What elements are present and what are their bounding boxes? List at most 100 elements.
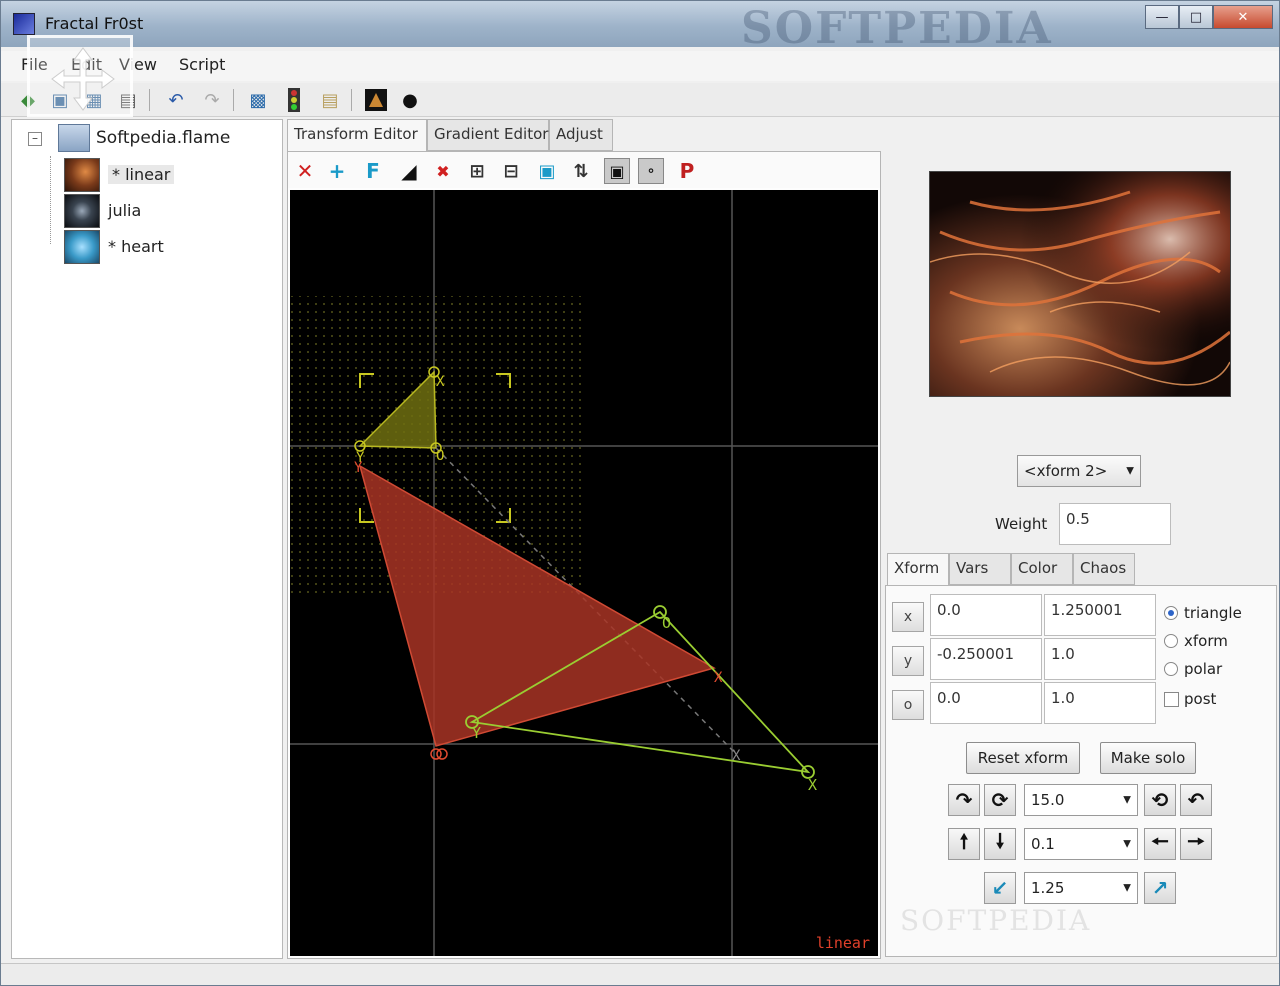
tab-color[interactable]: Color (1011, 553, 1073, 585)
app-icon (13, 13, 35, 35)
move-up-icon[interactable]: 🠕 (948, 828, 980, 860)
tab-xform[interactable]: Xform (887, 553, 949, 586)
rotate-angle-combo[interactable]: 15.0 ▼ (1024, 784, 1138, 816)
xform-select[interactable]: <xform 2> ▼ (1017, 455, 1141, 487)
flame-thumbnail (64, 158, 100, 192)
coeff-o-a-field[interactable]: 0.0 (930, 682, 1042, 724)
app-window: Fractal Fr0st SOFTPEDIA — □ ✕ File Edit … (0, 0, 1280, 986)
svg-text:X: X (808, 776, 817, 794)
checkbox-label: post (1184, 690, 1217, 708)
scale-down-icon[interactable]: ↙ (984, 872, 1016, 904)
make-solo-button[interactable]: Make solo (1100, 742, 1196, 774)
scale-factor-combo[interactable]: 1.25 ▼ (1024, 872, 1138, 904)
transform-canvas[interactable]: Y X O X Y O X Y X linear (290, 190, 878, 956)
reset-xform-button[interactable]: Reset xform (966, 742, 1080, 774)
tree-item-label: julia (108, 201, 142, 220)
title-bar: Fractal Fr0st SOFTPEDIA — □ ✕ (1, 1, 1279, 54)
coeff-o-button[interactable]: o (892, 690, 924, 720)
tree-root-label[interactable]: Softpedia.flame (96, 128, 230, 148)
main-toolbar: ◆ ▣ ▦ ▤ ↶ ↷ ▩ ▤ ● (1, 83, 1279, 117)
preview-icon[interactable] (363, 87, 389, 113)
tab-transform-editor[interactable]: Transform Editor (287, 119, 427, 152)
coeff-x-button[interactable]: x (892, 602, 924, 632)
tree-collapse-toggle[interactable]: – (28, 132, 42, 146)
scale-up-icon[interactable]: ↗ (1144, 872, 1176, 904)
tab-vars[interactable]: Vars (949, 553, 1011, 585)
radio-label: triangle (1184, 604, 1242, 622)
tree-item-linear[interactable]: * linear (64, 158, 264, 194)
clear-icon[interactable]: ✖ (430, 158, 456, 184)
tree-item-julia[interactable]: julia (64, 194, 264, 230)
flame-thumbnail (64, 230, 100, 264)
zoom-fit-icon[interactable]: ▣ (534, 158, 560, 184)
delete-xform-icon[interactable]: ✕ (292, 158, 318, 184)
tree-item-heart[interactable]: * heart (64, 230, 264, 266)
add-xform-icon[interactable]: + (324, 158, 350, 184)
coeff-y-a-field[interactable]: -0.250001 (930, 638, 1042, 680)
minimize-button[interactable]: — (1145, 5, 1179, 29)
final-xform-icon[interactable]: F (360, 158, 386, 184)
radio-label: xform (1184, 632, 1228, 650)
svg-text:O: O (662, 614, 671, 632)
traffic-light-icon[interactable] (281, 87, 307, 113)
move-overlay-icon (27, 35, 133, 117)
radio-label: polar (1184, 660, 1223, 678)
rotate-right-icon[interactable]: ↶ (1180, 784, 1212, 816)
zoom-icon[interactable]: ● (397, 87, 423, 113)
flame-preview (929, 171, 1231, 397)
close-button[interactable]: ✕ (1213, 5, 1273, 29)
rotate-ccw-icon[interactable]: ⟳ (984, 784, 1016, 816)
zoom-in-icon[interactable]: ⊞ (464, 158, 490, 184)
coeff-x-b-field[interactable]: 1.250001 (1044, 594, 1156, 636)
radio-xform[interactable]: xform (1164, 632, 1228, 650)
notes-icon[interactable]: ▤ (317, 87, 343, 113)
render-icon[interactable]: ▩ (245, 87, 271, 113)
window-title: Fractal Fr0st (45, 14, 144, 33)
watermark: SOFTPEDIA (741, 3, 1053, 54)
coeff-y-button[interactable]: y (892, 646, 924, 676)
rotate-left-icon[interactable]: ↷ (948, 784, 980, 816)
coeff-x-a-field[interactable]: 0.0 (930, 594, 1042, 636)
xform-select-value: <xform 2> (1024, 462, 1108, 480)
coeff-y-b-field[interactable]: 1.0 (1044, 638, 1156, 680)
window-controls: — □ ✕ (1145, 5, 1273, 29)
tree-item-label: * heart (108, 237, 164, 256)
weight-label: Weight (995, 515, 1048, 533)
maximize-button[interactable]: □ (1179, 5, 1213, 29)
combo-value: 15.0 (1031, 791, 1065, 809)
redo-icon[interactable]: ↷ (199, 87, 225, 113)
xform-properties-panel: <xform 2> ▼ Weight 0.5 Xform Vars Color … (885, 119, 1277, 959)
combo-value: 0.1 (1031, 835, 1055, 853)
tab-chaos[interactable]: Chaos (1073, 553, 1135, 585)
move-down-icon[interactable]: 🠗 (984, 828, 1016, 860)
triangle-icon[interactable]: ◢ (396, 158, 422, 184)
radio-polar[interactable]: polar (1164, 660, 1222, 678)
editor-toolbar: ✕ + F ◢ ✖ ⊞ ⊟ ▣ ⇅ ▣ ∘ P (288, 152, 880, 188)
move-left-icon[interactable]: 🠔 (1144, 828, 1176, 860)
status-bar (1, 963, 1279, 985)
weight-field[interactable]: 0.5 (1059, 503, 1171, 545)
transform-editor-panel: ✕ + F ◢ ✖ ⊞ ⊟ ▣ ⇅ ▣ ∘ P Y X O X Y O X Y … (287, 151, 881, 959)
flip-icon[interactable]: ⇅ (568, 158, 594, 184)
zoom-out-icon[interactable]: ⊟ (498, 158, 524, 184)
tab-gradient-editor[interactable]: Gradient Editor (427, 119, 549, 151)
coeff-o-b-field[interactable]: 1.0 (1044, 682, 1156, 724)
undo-icon[interactable]: ↶ (163, 87, 189, 113)
post-icon[interactable]: P (674, 158, 700, 184)
center-marker: X (732, 748, 741, 764)
chevron-down-icon: ▼ (1123, 882, 1131, 894)
menu-script[interactable]: Script (179, 55, 225, 74)
svg-text:Y: Y (354, 460, 363, 476)
lock-icon[interactable]: ▣ (604, 158, 630, 184)
tab-adjust[interactable]: Adjust (549, 119, 613, 151)
checkbox-box (1164, 691, 1179, 707)
combo-value: 1.25 (1031, 879, 1065, 897)
radio-triangle[interactable]: triangle (1164, 604, 1242, 622)
move-right-icon[interactable]: 🠖 (1180, 828, 1212, 860)
rotate-cw-icon[interactable]: ⟲ (1144, 784, 1176, 816)
post-checkbox[interactable]: post (1164, 690, 1216, 708)
tree-connector (50, 156, 51, 244)
move-step-combo[interactable]: 0.1 ▼ (1024, 828, 1138, 860)
grid-icon[interactable]: ∘ (638, 158, 664, 184)
triangle-view: Y X O X Y O X Y X (290, 190, 878, 956)
